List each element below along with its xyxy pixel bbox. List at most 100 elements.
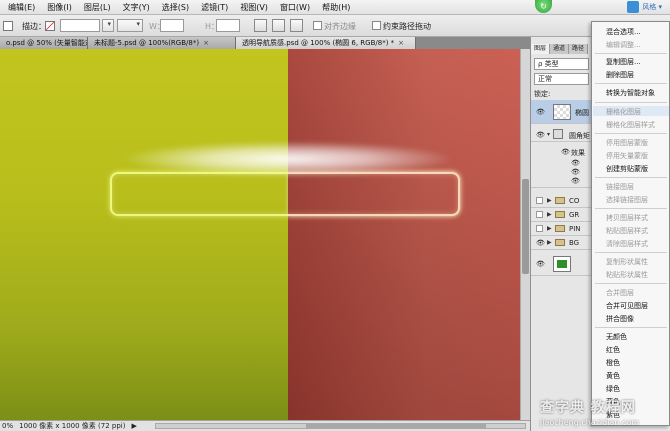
menu-view[interactable]: 视图(V) bbox=[234, 2, 274, 13]
align-edges-checkbox[interactable] bbox=[313, 21, 322, 30]
menu-item-delete-layer[interactable]: 删除图层 bbox=[606, 70, 634, 80]
eye-icon[interactable]: 👁 bbox=[571, 159, 580, 167]
tab-document-1[interactable]: o.psd @ 50% (矢量智能对象, RGB/8*) bbox=[0, 37, 88, 49]
menu-item-select-linked[interactable]: 选择链接图层 bbox=[606, 195, 648, 205]
canvas-red-half bbox=[288, 49, 520, 420]
horizontal-scrollbar[interactable] bbox=[154, 423, 526, 429]
folder-icon bbox=[555, 239, 565, 246]
menu-item-paste-style[interactable]: 粘贴图层样式 bbox=[606, 226, 648, 236]
menu-window[interactable]: 窗口(W) bbox=[274, 2, 316, 13]
eye-icon[interactable]: 👁 bbox=[536, 260, 545, 268]
glass-nav-pill-right bbox=[288, 172, 460, 216]
menu-divider bbox=[595, 208, 667, 209]
document-canvas[interactable] bbox=[0, 49, 520, 420]
collapse-arrow-icon[interactable]: ▶ bbox=[547, 225, 552, 232]
blend-mode-dropdown[interactable]: 正常 bbox=[534, 73, 589, 85]
eye-icon[interactable]: 👁 bbox=[561, 148, 570, 156]
menu-item-paste-shape-attrs[interactable]: 粘贴形状属性 bbox=[606, 270, 648, 280]
width-field[interactable] bbox=[160, 19, 184, 32]
collapse-arrow-icon[interactable]: ▶ bbox=[547, 211, 552, 218]
constrain-path-checkbox[interactable] bbox=[372, 21, 381, 30]
menu-item-color-yellow[interactable]: 黄色 bbox=[606, 371, 620, 381]
menu-divider bbox=[595, 53, 667, 54]
menu-item-merge-layers[interactable]: 合并图层 bbox=[606, 288, 634, 298]
scrollbar-thumb[interactable] bbox=[522, 179, 529, 274]
menu-item-color-none[interactable]: 无颜色 bbox=[606, 332, 627, 342]
tab-document-2[interactable]: 未标题-5.psd @ 100%(RGB/8*) × bbox=[88, 37, 236, 49]
menu-item-merge-visible[interactable]: 合并可见图层 bbox=[606, 301, 648, 311]
document-info: 1000 像素 x 1000 像素 (72 ppi) bbox=[19, 422, 126, 430]
menu-type[interactable]: 文字(Y) bbox=[117, 2, 156, 13]
menu-item-blending-options[interactable]: 混合选项... bbox=[606, 27, 641, 37]
layer-filter-search[interactable]: ρ 类型 bbox=[534, 58, 589, 70]
eye-icon[interactable]: 👁 bbox=[571, 168, 580, 176]
status-arrow-icon[interactable]: ▶ bbox=[131, 421, 136, 431]
stroke-label: 描边： bbox=[22, 22, 46, 31]
menu-filter[interactable]: 滤镜(T) bbox=[195, 2, 234, 13]
collapse-arrow-icon[interactable]: ▶ bbox=[547, 239, 552, 246]
menu-item-clear-style[interactable]: 清除图层样式 bbox=[606, 239, 648, 249]
close-icon[interactable]: × bbox=[203, 39, 209, 47]
panel-tabs: 图层 通道 路径 bbox=[531, 44, 591, 54]
path-alignment-icon[interactable] bbox=[272, 19, 285, 32]
menu-edit[interactable]: 编辑(E) bbox=[2, 2, 41, 13]
tab-layers[interactable]: 图层 bbox=[531, 44, 551, 54]
eye-icon[interactable]: 👁 bbox=[571, 177, 580, 185]
stroke-width-field[interactable] bbox=[60, 19, 100, 32]
eye-icon[interactable]: 👁 bbox=[536, 131, 545, 139]
menu-item-flatten-image[interactable]: 拼合图像 bbox=[606, 314, 634, 324]
menu-divider bbox=[595, 133, 667, 134]
menu-item-copy-style[interactable]: 拷贝图层样式 bbox=[606, 213, 648, 223]
menu-item-duplicate-layer[interactable]: 复制图层... bbox=[606, 57, 641, 67]
eye-icon[interactable]: 👁 bbox=[536, 239, 545, 247]
green-fill-preview bbox=[557, 260, 567, 268]
tab-paths[interactable]: 路径 bbox=[569, 44, 589, 54]
folder-icon bbox=[555, 197, 565, 204]
collapse-arrow-icon[interactable]: ▶ bbox=[547, 197, 552, 204]
path-operations-icon[interactable] bbox=[254, 19, 267, 32]
menu-item-convert-smart-object[interactable]: 转换为智能对象 bbox=[606, 88, 655, 98]
workspace-label: 风格 ▾ bbox=[642, 3, 662, 11]
layer-name: 圆角矩 bbox=[569, 132, 590, 140]
visibility-box[interactable] bbox=[536, 197, 543, 204]
tab-document-3[interactable]: 透明导航质感.psd @ 100% (椭圆 6, RGB/8*) * × bbox=[236, 37, 416, 49]
menu-item-disable-layer-mask[interactable]: 停用图层蒙版 bbox=[606, 138, 648, 148]
menu-item-rasterize-layer[interactable]: 栅格化图层 bbox=[606, 107, 641, 117]
tab-label: 未标题-5.psd @ 100%(RGB/8*) bbox=[94, 39, 200, 47]
tab-channels[interactable]: 通道 bbox=[550, 44, 570, 54]
height-field[interactable] bbox=[216, 19, 240, 32]
close-icon[interactable]: × bbox=[398, 39, 404, 47]
expand-arrow-icon[interactable]: ▾ bbox=[547, 131, 550, 138]
stroke-swatch[interactable] bbox=[45, 21, 55, 31]
menu-item-rasterize-style[interactable]: 栅格化图层样式 bbox=[606, 120, 655, 130]
vertical-scrollbar[interactable] bbox=[520, 49, 530, 420]
zoom-level[interactable]: 0% bbox=[2, 421, 13, 431]
menu-item-create-clipping-mask[interactable]: 创建剪贴蒙版 bbox=[606, 164, 648, 174]
menu-item-edit-adjustment[interactable]: 编辑调整... bbox=[606, 40, 641, 50]
menu-image[interactable]: 图像(I) bbox=[41, 2, 78, 13]
fill-swatch[interactable] bbox=[3, 21, 13, 31]
visibility-box[interactable] bbox=[536, 211, 543, 218]
refresh-badge-icon[interactable]: ↻ bbox=[535, 0, 552, 13]
workspace-switcher[interactable]: 风格 ▾ bbox=[627, 1, 662, 13]
menu-item-link-layers[interactable]: 链接图层 bbox=[606, 182, 634, 192]
menu-layer[interactable]: 图层(L) bbox=[78, 2, 117, 13]
menu-item-color-red[interactable]: 红色 bbox=[606, 345, 620, 355]
layer-name: GR bbox=[569, 211, 580, 219]
visibility-box[interactable] bbox=[536, 225, 543, 232]
scrollbar-thumb[interactable] bbox=[305, 424, 486, 428]
options-bar: 描边： W： H： 对齐边缘 约束路径拖动 bbox=[0, 15, 670, 37]
layer-context-menu: 混合选项... 编辑调整... 复制图层... 删除图层 转换为智能对象 栅格化… bbox=[591, 21, 670, 426]
menu-help[interactable]: 帮助(H) bbox=[316, 2, 356, 13]
menu-item-copy-shape-attrs[interactable]: 复制形状属性 bbox=[606, 257, 648, 267]
stroke-width-dropdown[interactable] bbox=[102, 19, 114, 32]
path-arrangement-icon[interactable] bbox=[290, 19, 303, 32]
tab-label: 透明导航质感.psd @ 100% (椭圆 6, RGB/8*) * bbox=[242, 39, 395, 47]
layer-name: BG bbox=[569, 239, 580, 247]
menu-select[interactable]: 选择(S) bbox=[156, 2, 195, 13]
menu-item-color-green[interactable]: 绿色 bbox=[606, 384, 620, 394]
stroke-type-dropdown[interactable] bbox=[117, 19, 143, 32]
eye-icon[interactable]: 👁 bbox=[536, 108, 545, 116]
menu-item-disable-vector-mask[interactable]: 停用矢量蒙版 bbox=[606, 151, 648, 161]
menu-item-color-orange[interactable]: 橙色 bbox=[606, 358, 620, 368]
